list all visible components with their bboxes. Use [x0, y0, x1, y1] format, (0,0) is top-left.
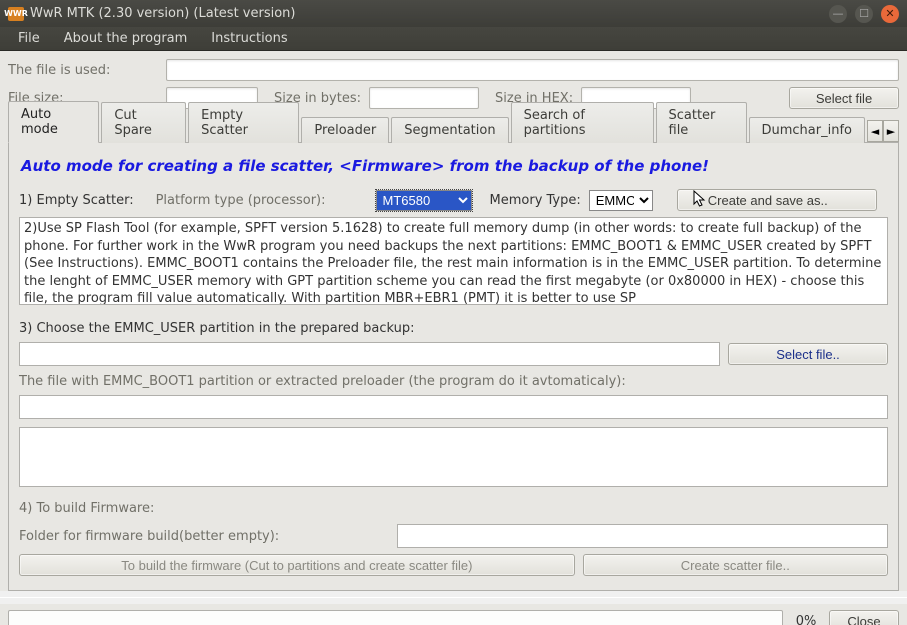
boot1-file-input[interactable] — [19, 395, 888, 419]
tab-scatter-file[interactable]: Scatter file — [656, 102, 747, 143]
menu-instructions[interactable]: Instructions — [199, 28, 299, 49]
tab-segmentation[interactable]: Segmentation — [391, 117, 508, 143]
statusbar: 0% Close — [0, 604, 907, 625]
window-minimize-button[interactable]: — — [829, 5, 847, 23]
select-file-emmc-button[interactable]: Select file.. — [728, 343, 888, 365]
tabs: Auto mode Cut Spare Empty Scatter Preloa… — [8, 115, 899, 143]
close-button[interactable]: Close — [829, 610, 899, 625]
size-bytes-input[interactable] — [369, 87, 479, 109]
memtype-select[interactable]: EMMC — [589, 190, 653, 211]
separator — [0, 597, 907, 598]
folder-label: Folder for firmware build(better empty): — [19, 529, 279, 544]
memtype-label: Memory Type: — [490, 193, 581, 208]
create-save-button[interactable]: Create and save as.. — [677, 189, 877, 211]
auto-mode-headline: Auto mode for creating a file scatter, <… — [21, 157, 888, 175]
auto-mode-page: Auto mode for creating a file scatter, <… — [8, 143, 899, 591]
menu-about[interactable]: About the program — [52, 28, 200, 49]
tab-preloader[interactable]: Preloader — [301, 117, 389, 143]
menubar: File About the program Instructions — [0, 27, 907, 51]
file-used-input[interactable] — [166, 59, 899, 81]
boot1-label: The file with EMMC_BOOT1 partition or ex… — [19, 374, 888, 389]
tab-dumchar-info[interactable]: Dumchar_info — [749, 117, 866, 143]
app-icon: WWR — [8, 7, 24, 21]
window-title: WwR MTK (2.30 version) (Latest version) — [30, 6, 821, 21]
file-used-label: The file is used: — [8, 63, 158, 78]
platform-label: Platform type (processor): — [156, 193, 326, 208]
select-file-button[interactable]: Select file — [789, 87, 899, 109]
window-close-button[interactable]: ✕ — [881, 5, 899, 23]
step4-label: 4) To build Firmware: — [19, 501, 888, 516]
emmc-user-file-input[interactable] — [19, 342, 720, 366]
step1-label: 1) Empty Scatter: — [19, 193, 134, 208]
window-titlebar: WWR WwR MTK (2.30 version) (Latest versi… — [0, 0, 907, 27]
step3-label: 3) Choose the EMMC_USER partition in the… — [19, 321, 888, 336]
tab-auto-mode[interactable]: Auto mode — [8, 101, 99, 143]
menu-file[interactable]: File — [6, 28, 52, 49]
tab-scroll-right-icon[interactable]: ► — [883, 120, 899, 142]
build-firmware-button[interactable]: To build the firmware (Cut to partitions… — [19, 554, 575, 576]
tab-search-partitions[interactable]: Search of partitions — [511, 102, 654, 143]
folder-input[interactable] — [397, 524, 888, 548]
progress-percent: 0% — [791, 614, 821, 625]
log-area[interactable] — [19, 427, 888, 487]
create-scatter-button[interactable]: Create scatter file.. — [583, 554, 888, 576]
window-maximize-button[interactable]: ☐ — [855, 5, 873, 23]
platform-select[interactable]: MT6580 — [376, 190, 472, 211]
tab-scroll-left-icon[interactable]: ◄ — [867, 120, 883, 142]
tab-cut-spare[interactable]: Cut Spare — [101, 102, 186, 143]
tab-empty-scatter[interactable]: Empty Scatter — [188, 102, 299, 143]
step2-info-text[interactable]: 2)Use SP Flash Tool (for example, SPFT v… — [19, 217, 888, 305]
progress-bar — [8, 610, 783, 625]
